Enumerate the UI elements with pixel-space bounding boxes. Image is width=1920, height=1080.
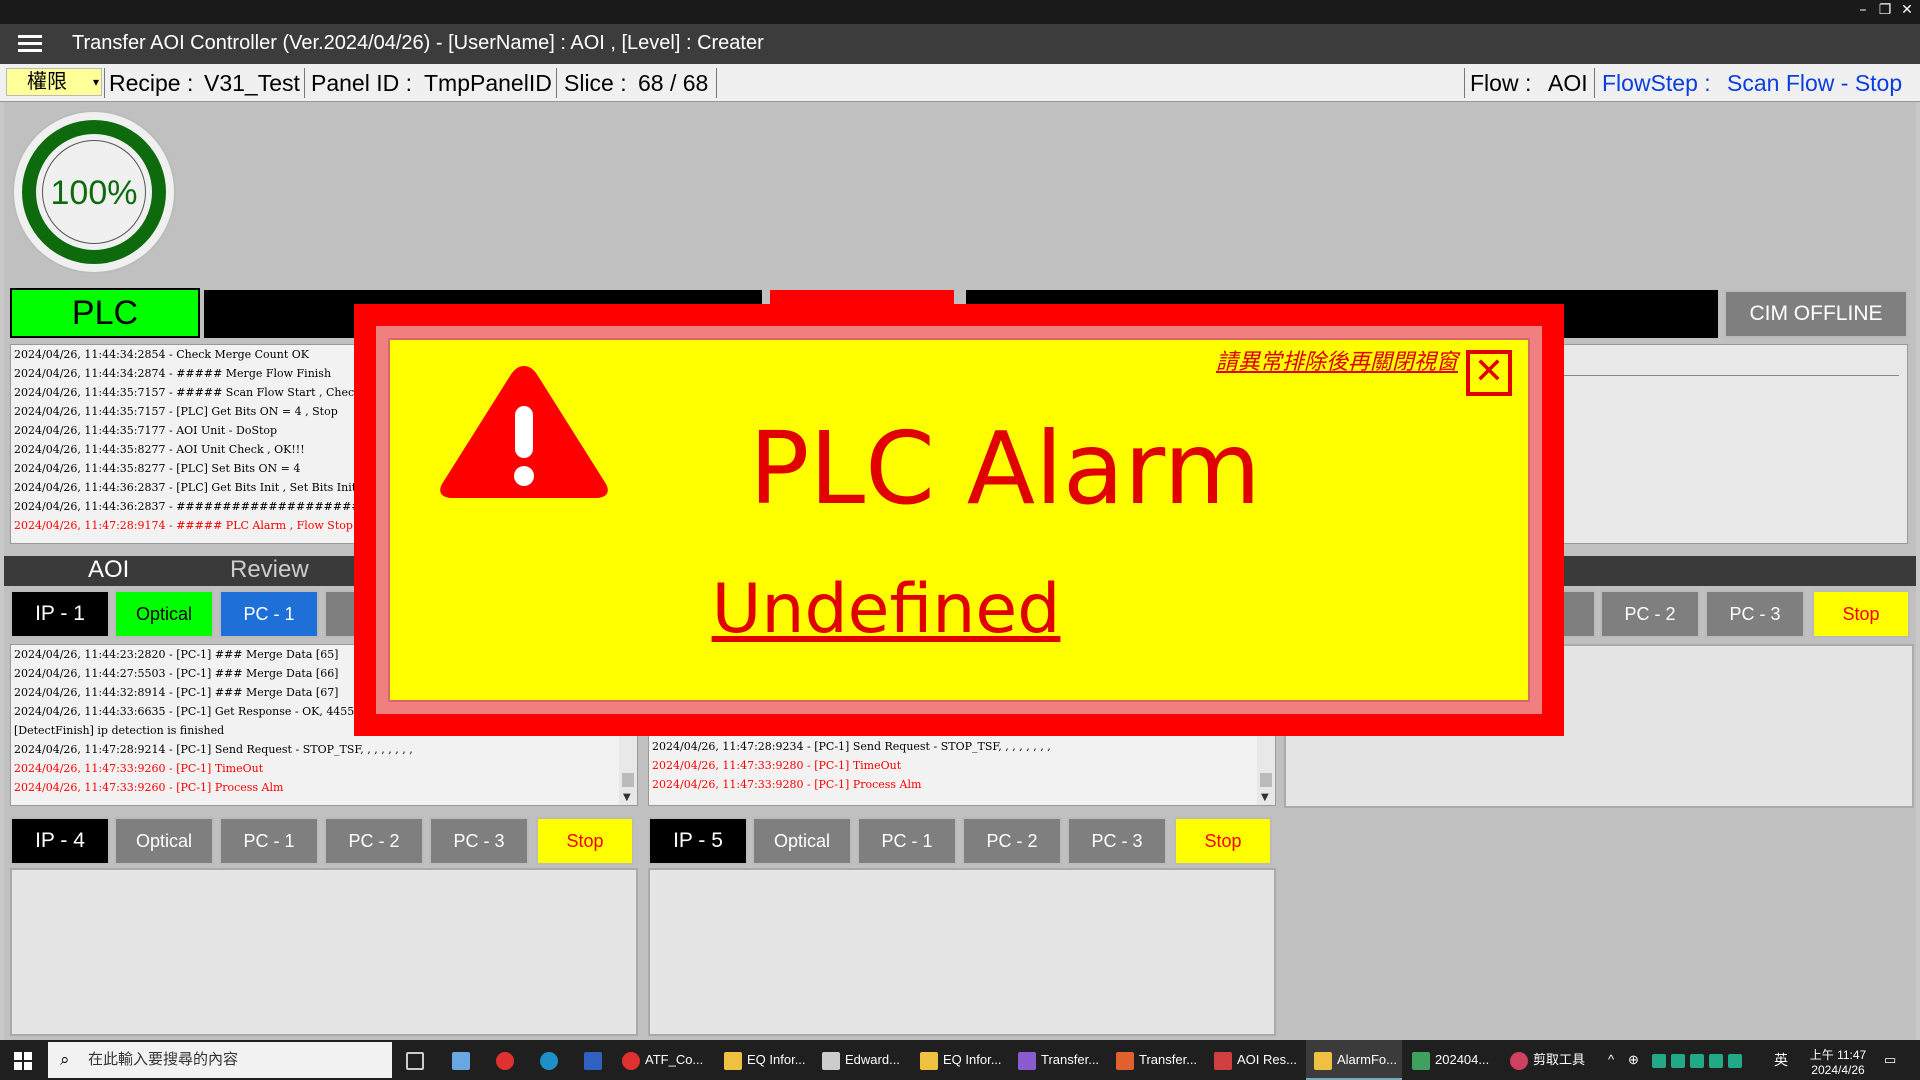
log-line: 2024/04/26, 11:44:34:2854 - Check Merge …: [14, 348, 309, 361]
log-line: 2024/04/26, 11:47:28:9214 - [PC-1] Send …: [14, 743, 413, 756]
dropdown-arrow-icon: ▾: [92, 75, 99, 89]
log-line: 2024/04/26, 11:44:35:8277 - [PLC] Set Bi…: [14, 462, 301, 475]
slice-label: Slice :: [564, 70, 627, 96]
progress-percent: 100%: [50, 174, 138, 212]
ip3-pc1-button[interactable]: [1560, 590, 1596, 638]
clock-date: 2024/4/26: [1811, 1063, 1865, 1077]
alarm-content: 請異常排除後再關閉視窗 ✕ PLC Alarm Undefined: [388, 338, 1530, 702]
taskbar-item[interactable]: Edward...: [822, 1048, 900, 1072]
flowstep-value: Scan Flow - Stop: [1727, 70, 1903, 96]
log-line: 2024/04/26, 11:44:35:7157 - ##### Scan F…: [14, 386, 362, 399]
tab-aoi[interactable]: AOI: [88, 556, 129, 584]
flow-label: Flow :: [1470, 70, 1532, 96]
ip5-label[interactable]: IP - 5: [648, 817, 748, 865]
log-line: 2024/04/26, 11:44:35:7177 - AOI Unit - D…: [14, 424, 278, 437]
ip1-pc1-button[interactable]: PC - 1: [219, 590, 319, 638]
ip5-pc1-button[interactable]: PC - 1: [857, 817, 957, 865]
log-line-alarm: 2024/04/26, 11:47:28:9174 - ##### PLC Al…: [14, 519, 353, 532]
taskbar-item[interactable]: Transfer...: [1116, 1048, 1197, 1072]
taskbar: ⌕ 在此輸入要搜尋的內容 ATF_Co... EQ Infor... Edwar…: [0, 1040, 1920, 1080]
log-line: 2024/04/26, 11:44:36:2837 - [PLC] Get Bi…: [14, 481, 357, 494]
ip4-log[interactable]: [10, 868, 638, 1036]
log-line: 2024/04/26, 11:44:35:7157 - [PLC] Get Bi…: [14, 405, 338, 418]
cim-status: CIM OFFLINE: [1724, 290, 1908, 338]
window-title: Transfer AOI Controller (Ver.2024/04/26)…: [72, 32, 764, 54]
hamburger-menu-icon[interactable]: [18, 35, 42, 53]
ip4-label[interactable]: IP - 4: [10, 817, 110, 865]
log-line-error: 2024/04/26, 11:47:33:9280 - [PC-1] Proce…: [652, 778, 922, 791]
search-placeholder: 在此輸入要搜尋的內容: [88, 1051, 239, 1068]
log-line-error: 2024/04/26, 11:47:33:9260 - [PC-1] Proce…: [14, 781, 284, 794]
tab-review[interactable]: Review: [230, 556, 309, 584]
clock-time: 上午 11:47: [1809, 1048, 1867, 1062]
ip1-label[interactable]: IP - 1: [10, 590, 110, 638]
alarm-title: PLC Alarm: [749, 410, 1261, 527]
ip3-pc2-button[interactable]: PC - 2: [1600, 590, 1700, 638]
taskbar-item[interactable]: Transfer...: [1018, 1048, 1099, 1072]
ime-indicator[interactable]: 英: [1774, 1048, 1788, 1072]
ip1-optical-button[interactable]: Optical: [114, 590, 214, 638]
search-icon: ⌕: [60, 1050, 70, 1069]
recipe-label: Recipe :: [109, 70, 194, 96]
taskbar-item[interactable]: AOI Res...: [1214, 1048, 1297, 1072]
alarm-subtitle: Undefined: [711, 570, 1061, 649]
taskbar-item[interactable]: EQ Infor...: [920, 1048, 1002, 1072]
log-line-error: 2024/04/26, 11:47:33:9260 - [PC-1] TimeO…: [14, 762, 264, 775]
main-log[interactable]: 2024/04/26, 11:44:34:2854 - Check Merge …: [10, 344, 362, 544]
log-line: 2024/04/26, 11:44:34:2874 - ##### Merge …: [14, 367, 332, 380]
notification-icon[interactable]: ▭: [1884, 1048, 1896, 1072]
alarm-note: 請異常排除後再關閉視窗: [1215, 350, 1458, 375]
task-view-icon[interactable]: [406, 1048, 429, 1072]
ip4-pc2-button[interactable]: PC - 2: [324, 817, 424, 865]
plc-alarm-dialog: 請異常排除後再關閉視窗 ✕ PLC Alarm Undefined: [354, 304, 1564, 736]
recipe-value: V31_Test: [204, 70, 300, 96]
ip4-stop-button[interactable]: Stop: [536, 817, 634, 865]
log-line-error: 2024/04/26, 11:47:33:9280 - [PC-1] TimeO…: [652, 759, 902, 772]
ip5-log[interactable]: [648, 868, 1276, 1036]
restore-button[interactable]: ❐: [1874, 2, 1896, 18]
taskbar-item-snip[interactable]: 剪取工具: [1510, 1048, 1585, 1072]
clock[interactable]: 上午 11:47 2024/4/26: [1798, 1046, 1878, 1077]
permission-label: 權限: [27, 71, 67, 93]
app-icon-1[interactable]: [452, 1048, 475, 1072]
system-bar: – ❐ ✕: [0, 0, 1920, 24]
log-line: 2024/04/26, 11:44:35:8277 - AOI Unit Che…: [14, 443, 305, 456]
close-window-button[interactable]: ✕: [1896, 2, 1918, 18]
ip4-pc3-button[interactable]: PC - 3: [429, 817, 529, 865]
flowstep-label: FlowStep :: [1602, 70, 1711, 96]
title-bar: Transfer AOI Controller (Ver.2024/04/26)…: [0, 24, 1920, 64]
plc-status: PLC: [10, 288, 200, 338]
alarm-close-button[interactable]: ✕: [1466, 350, 1512, 396]
permission-dropdown[interactable]: 權限 ▾: [6, 68, 102, 96]
ip5-stop-button[interactable]: Stop: [1174, 817, 1272, 865]
log-line: 2024/04/26, 11:44:36:2837 - ############…: [14, 500, 361, 513]
windows-start-icon[interactable]: [14, 1052, 32, 1070]
taskbar-search-input[interactable]: ⌕ 在此輸入要搜尋的內容: [48, 1042, 392, 1078]
log-line: 2024/04/26, 11:47:28:9234 - [PC-1] Send …: [652, 740, 1051, 753]
taskbar-item[interactable]: ATF_Co...: [622, 1048, 703, 1072]
tray-icons[interactable]: [1652, 1048, 1747, 1072]
ip3-pc3-button[interactable]: PC - 3: [1705, 590, 1805, 638]
taskbar-active-item[interactable]: AlarmFo...: [1306, 1040, 1402, 1080]
taskbar-item[interactable]: 202404...: [1412, 1048, 1489, 1072]
app-icon-3[interactable]: [540, 1048, 563, 1072]
panel-id-value: TmpPanelID: [424, 70, 552, 96]
flow-value: AOI: [1548, 70, 1588, 96]
panel-id-label: Panel ID :: [311, 70, 412, 96]
slice-value: 68 / 68: [638, 70, 709, 96]
app-icon-4[interactable]: [584, 1048, 607, 1072]
tray-chevron-icon[interactable]: ^: [1608, 1048, 1614, 1072]
minimize-button[interactable]: –: [1852, 2, 1874, 18]
app-icon-2[interactable]: [496, 1048, 519, 1072]
ip4-pc1-button[interactable]: PC - 1: [219, 817, 319, 865]
network-icon[interactable]: ⊕: [1628, 1048, 1639, 1072]
ip4-optical-button[interactable]: Optical: [114, 817, 214, 865]
progress-gauge: 100%: [12, 110, 176, 274]
taskbar-item[interactable]: EQ Infor...: [724, 1048, 806, 1072]
ip3-stop-button[interactable]: Stop: [1812, 590, 1910, 638]
ip5-pc2-button[interactable]: PC - 2: [962, 817, 1062, 865]
ip5-optical-button[interactable]: Optical: [752, 817, 852, 865]
ip5-pc3-button[interactable]: PC - 3: [1067, 817, 1167, 865]
info-bar: 權限 ▾ Recipe : V31_Test Panel ID : TmpPan…: [0, 64, 1920, 102]
